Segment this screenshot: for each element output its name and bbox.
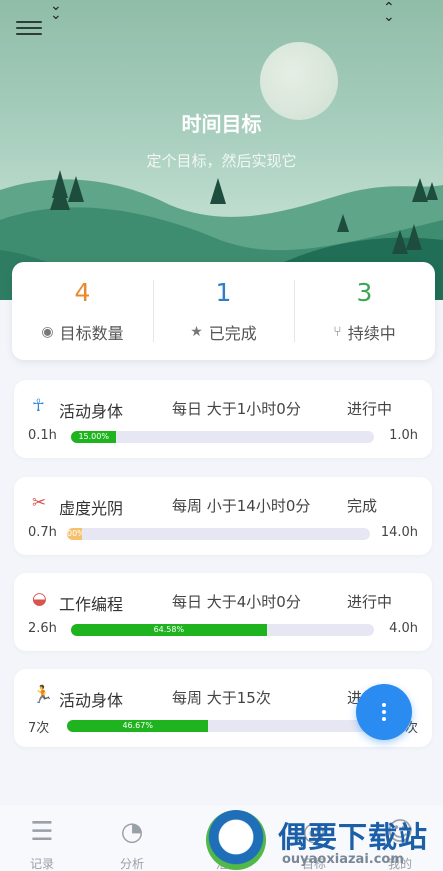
eye-icon: ◉ (41, 324, 54, 340)
goal-status: 完成 (347, 497, 378, 515)
star-icon: ★ (190, 324, 203, 340)
goal-rule: 每日 大于1小时0分 (172, 400, 301, 418)
goal-current: 2.6h (28, 621, 57, 636)
stat-label: 已完成 (208, 324, 257, 343)
goal-target: 14.0h (380, 525, 418, 540)
watermark-title: 偶要下载站 (278, 820, 429, 854)
stats-card: 4 ◉ 目标数量 1 ★ 已完成 3 ⑂ 持续中 (12, 262, 435, 360)
goal-current: 0.7h (28, 525, 57, 540)
record-list-icon: ☰ (30, 817, 54, 847)
progress-fill: 46.67% (67, 720, 209, 732)
progress-track: 64.58% (71, 624, 374, 636)
goal-rule: 每周 小于14小时0分 (172, 497, 311, 515)
stat-value: 4 (74, 278, 91, 307)
tab-label: 分析 (119, 857, 144, 871)
header-banner: ⌄ ⌄ ⌃ ⌄ 时间目标 定个目标，然后实现它 (0, 0, 443, 300)
goal-name: 虚度光阴 (59, 499, 124, 518)
sort-icon[interactable]: ⌄ ⌄ (50, 0, 62, 22)
stat-label: 持续中 (347, 324, 396, 343)
progress-fill: 15.00% (71, 431, 117, 443)
figure-icon: ☥ (32, 396, 45, 416)
goal-target: 1.0h (389, 428, 418, 443)
progress-fill: 64.58% (71, 624, 267, 636)
goal-status: 进行中 (347, 593, 393, 611)
filter-chevrons-icon[interactable]: ⌃ ⌄ (383, 1, 395, 24)
pie-chart-icon: ◔ (120, 817, 144, 847)
goal-status: 进行中 (347, 400, 393, 418)
goal-name: 活动身体 (59, 691, 124, 710)
branch-icon: ⑂ (333, 324, 342, 340)
goal-name: 活动身体 (59, 402, 124, 421)
stat-label: 目标数量 (59, 324, 124, 343)
bowl-icon: ◒ (32, 589, 47, 609)
progress-track: 00% (67, 528, 370, 540)
tab-record[interactable]: ☰ 记录 (12, 817, 72, 871)
goal-target: 4.0h (389, 621, 418, 636)
goal-current: 7次 (28, 721, 50, 736)
stat-goal-count[interactable]: 4 ◉ 目标数量 (12, 262, 153, 360)
stat-ongoing[interactable]: 3 ⑂ 持续中 (294, 262, 435, 360)
goal-current: 0.1h (28, 428, 57, 443)
progress-fill: 00% (67, 528, 83, 540)
goal-card[interactable]: ☥ 活动身体 每日 大于1小时0分 进行中 0.1h 15.00% 1.0h (14, 380, 432, 458)
tab-analysis[interactable]: ◔ 分析 (102, 817, 162, 871)
scissors-icon: ✂ (32, 493, 47, 513)
site-watermark: 偶要下载站 ouyaoxiazai.com (206, 806, 443, 871)
more-vertical-icon (382, 703, 386, 707)
menu-icon[interactable] (16, 17, 42, 39)
page-subtitle: 定个目标，然后实现它 (146, 152, 297, 170)
progress-track: 15.00% (71, 431, 374, 443)
page-title: 时间目标 (181, 112, 262, 136)
stat-value: 1 (215, 278, 232, 307)
site-logo (206, 810, 266, 870)
tab-label: 记录 (29, 857, 54, 871)
runner-icon: 🏃 (32, 685, 54, 705)
goal-name: 工作编程 (59, 595, 124, 614)
stat-value: 3 (356, 278, 373, 307)
goal-card[interactable]: ◒ 工作编程 每日 大于4小时0分 进行中 2.6h 64.58% 4.0h (14, 573, 432, 651)
goal-rule: 每日 大于4小时0分 (172, 593, 301, 611)
watermark-url: ouyaoxiazai.com (282, 852, 404, 867)
stat-completed[interactable]: 1 ★ 已完成 (153, 262, 294, 360)
progress-track: 46.67% (67, 720, 370, 732)
more-actions-button[interactable] (356, 684, 412, 740)
goal-card[interactable]: ✂ 虚度光阴 每周 小于14小时0分 完成 0.7h 00% 14.0h (14, 477, 432, 555)
goal-rule: 每周 大于15次 (172, 689, 271, 707)
